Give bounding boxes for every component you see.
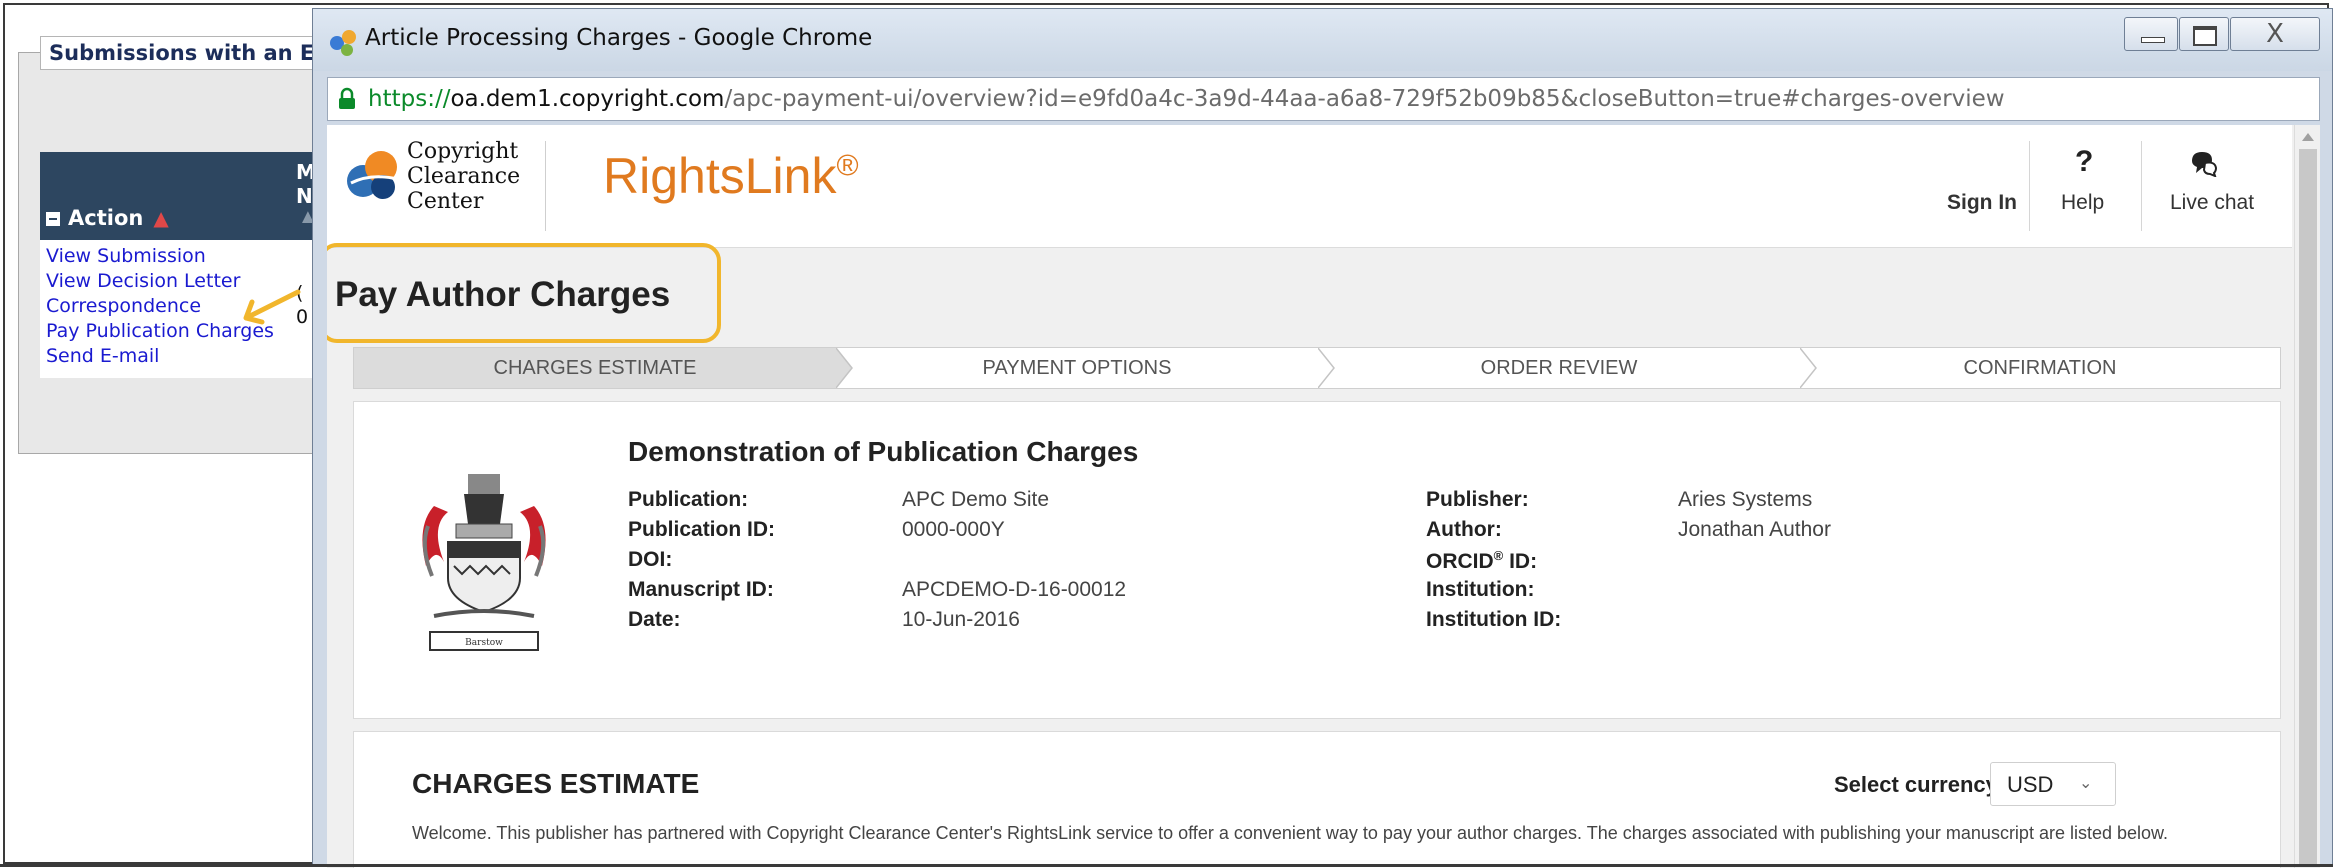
brand-name: RightsLink	[603, 148, 837, 204]
url-scheme: https://	[368, 86, 451, 112]
orcid-suffix: ID:	[1503, 550, 1538, 573]
institution-id-label: Institution ID:	[1426, 608, 1562, 631]
date-label: Date:	[628, 608, 681, 631]
step-payment-options: PAYMENT OPTIONS	[982, 357, 1172, 379]
window-title: Article Processing Charges - Google Chro…	[365, 25, 873, 51]
minimize-button[interactable]	[2124, 17, 2178, 51]
live-chat-link[interactable]: Live chat	[2170, 191, 2254, 215]
currency-select[interactable]: USD ⌄	[1990, 762, 2116, 806]
date-value: 10-Jun-2016	[902, 608, 1020, 631]
header-divider	[2141, 141, 2142, 231]
chrome-app-icon	[330, 30, 356, 56]
close-button[interactable]: X	[2230, 17, 2320, 51]
collapse-icon[interactable]	[46, 212, 60, 226]
vertical-scrollbar[interactable]	[2294, 125, 2320, 868]
currency-value: USD	[2007, 772, 2054, 797]
lock-icon	[339, 87, 355, 109]
help-icon[interactable]: ?	[2075, 145, 2093, 179]
institution-label: Institution:	[1426, 578, 1535, 601]
action-column-header[interactable]: Action ▲	[46, 206, 169, 230]
registered-mark: ®	[836, 149, 859, 183]
site-header: Copyright Clearance Center RightsLink® S…	[327, 125, 2292, 248]
header-divider	[2029, 141, 2030, 231]
warning-icon: ▲	[153, 206, 169, 230]
chevron-down-icon: ⌄	[2079, 775, 2093, 792]
sign-in-link[interactable]: Sign In	[1947, 191, 2017, 215]
scroll-thumb[interactable]	[2299, 149, 2317, 864]
chrome-popup-window: Article Processing Charges - Google Chro…	[312, 8, 2333, 868]
charges-estimate-title: CHARGES ESTIMATE	[412, 768, 700, 799]
scroll-up-arrow-icon[interactable]	[2302, 133, 2314, 141]
ccc-logo[interactable]	[341, 143, 405, 207]
author-label: Author:	[1426, 518, 1502, 541]
step-order-review: ORDER REVIEW	[1480, 357, 1638, 379]
manuscript-id-value: APCDEMO-D-16-00012	[902, 578, 1127, 601]
action-header-label: Action	[68, 206, 144, 230]
step-separator-icon	[1318, 348, 1335, 388]
crest-image: Barstow	[422, 474, 546, 651]
chat-icon[interactable]	[2189, 149, 2219, 177]
logo-divider	[545, 141, 546, 231]
manuscript-id-label: Manuscript ID:	[628, 578, 774, 601]
orcid-registered-mark: ®	[1493, 548, 1504, 563]
publication-value: APC Demo Site	[902, 488, 1050, 511]
welcome-text: Welcome. This publisher has partnered wi…	[412, 823, 2169, 843]
orcid-text: ORCID	[1426, 550, 1494, 573]
view-decision-letter-link[interactable]: View Decision Letter	[46, 270, 240, 292]
page-title: Pay Author Charges	[335, 275, 671, 314]
maximize-button[interactable]	[2179, 17, 2229, 51]
doi-label: DOI:	[628, 548, 673, 571]
step-charges-estimate: CHARGES ESTIMATE	[493, 357, 697, 379]
publication-id-label: Publication ID:	[628, 518, 775, 541]
publication-details-card: Barstow Demonstration of Publication Cha…	[353, 401, 2281, 719]
step-confirmation: CONFIRMATION	[1963, 357, 2117, 379]
rightslink-brand: RightsLink®	[603, 147, 859, 205]
correspondence-link[interactable]: Correspondence	[46, 295, 201, 317]
ccc-logo-text: Copyright Clearance Center	[407, 139, 520, 214]
send-email-link[interactable]: Send E-mail	[46, 345, 159, 367]
currency-label: Select currency:	[1834, 772, 2006, 797]
close-icon: X	[2266, 19, 2284, 49]
step-separator-icon	[1800, 348, 1817, 388]
publisher-value: Aries Systems	[1678, 488, 1813, 511]
logo-line: Copyright	[407, 139, 519, 164]
publisher-label: Publisher:	[1426, 488, 1529, 511]
url-host: oa.dem1.copyright.com	[450, 86, 725, 112]
orcid-id-label: ORCID® ID:	[1426, 548, 1537, 574]
arrow-icon	[243, 289, 301, 325]
view-submission-link[interactable]: View Submission	[46, 245, 206, 267]
crest-caption: Barstow	[465, 638, 503, 648]
window-titlebar[interactable]: Article Processing Charges - Google Chro…	[313, 9, 2332, 71]
logo-line: Clearance	[407, 164, 521, 189]
address-bar[interactable]: https://oa.dem1.copyright.com/apc-paymen…	[327, 77, 2320, 121]
url-text[interactable]: https://oa.dem1.copyright.com/apc-paymen…	[368, 86, 2005, 112]
publication-id-value: 0000-000Y	[902, 518, 1005, 541]
step-separator-icon	[836, 348, 853, 388]
logo-line: Center	[407, 189, 484, 214]
submissions-panel-title: Submissions with an Ed	[40, 36, 339, 70]
charges-estimate-card: CHARGES ESTIMATE Select currency: USD ⌄ …	[353, 731, 2281, 868]
author-value: Jonathan Author	[1678, 518, 1831, 541]
help-link[interactable]: Help	[2061, 191, 2104, 215]
publication-card-title: Demonstration of Publication Charges	[628, 436, 1139, 467]
url-path: /apc-payment-ui/overview?id=e9fd0a4c-3a9…	[724, 86, 2005, 112]
publication-label: Publication:	[628, 488, 749, 511]
page-viewport: Copyright Clearance Center RightsLink® S…	[327, 125, 2320, 868]
progress-steps: CHARGES ESTIMATE PAYMENT OPTIONS ORDER R…	[353, 347, 2281, 389]
